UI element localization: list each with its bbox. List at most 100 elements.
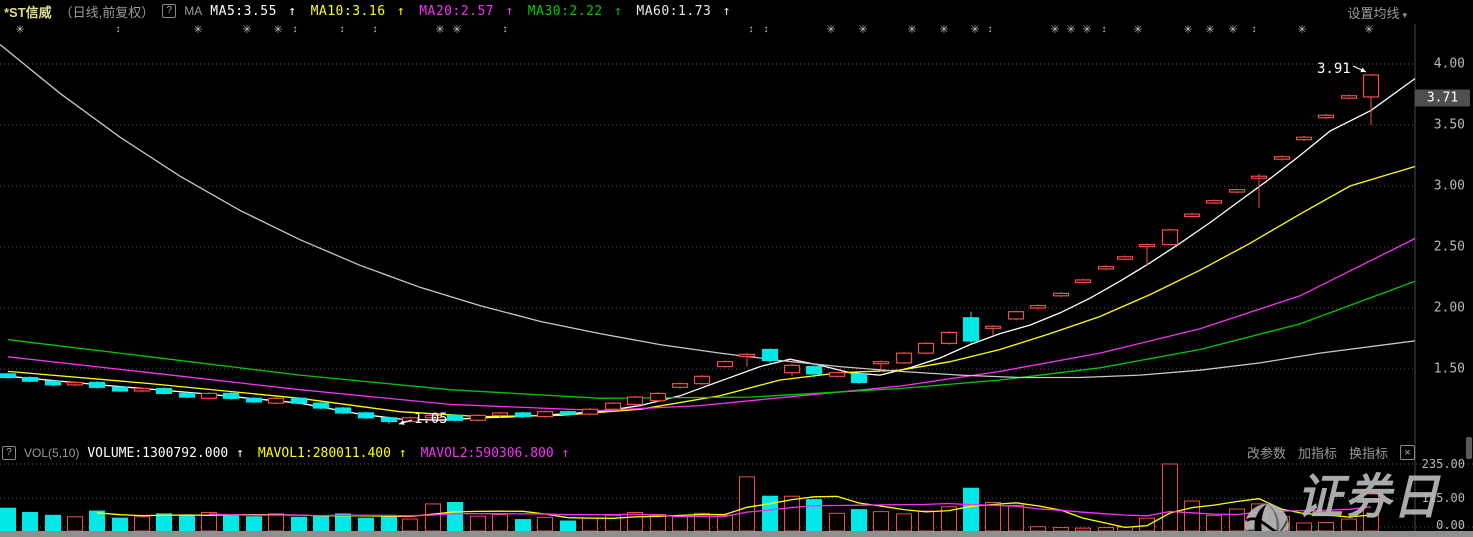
volume-bar[interactable] — [583, 518, 598, 531]
volume-bar[interactable] — [763, 496, 778, 531]
volume-bar[interactable] — [314, 516, 329, 531]
volume-bar[interactable] — [135, 517, 150, 531]
scrollbar-thumb[interactable] — [1466, 437, 1472, 459]
candle-body[interactable] — [1185, 214, 1200, 216]
volume-bar[interactable] — [1009, 505, 1024, 531]
candle-body[interactable] — [157, 389, 172, 394]
event-star-icon[interactable]: ✳ — [15, 23, 24, 37]
switch-indicator-button[interactable]: 换指标 — [1349, 443, 1388, 462]
event-updown-icon[interactable]: ↕ — [749, 23, 754, 37]
volume-bar[interactable] — [113, 518, 128, 531]
event-star-icon[interactable]: ✳ — [1183, 23, 1192, 37]
event-updown-icon[interactable]: ↕ — [293, 23, 298, 37]
volume-bar[interactable] — [1342, 519, 1357, 531]
candle-body[interactable] — [202, 393, 217, 398]
volume-bar[interactable] — [1185, 501, 1200, 531]
volume-bar[interactable] — [493, 514, 508, 531]
volume-bar[interactable] — [1163, 464, 1178, 531]
candle-body[interactable] — [1252, 176, 1267, 178]
candle-body[interactable] — [23, 378, 38, 382]
event-updown-icon[interactable]: ↕ — [373, 23, 378, 37]
candle-body[interactable] — [763, 349, 778, 360]
volume-bar[interactable] — [1140, 518, 1155, 531]
candle-body[interactable] — [135, 389, 150, 391]
candle-body[interactable] — [606, 403, 621, 409]
candle-body[interactable] — [224, 393, 239, 398]
candle-body[interactable] — [583, 409, 598, 414]
candle-body[interactable] — [964, 318, 979, 341]
volume-bar[interactable] — [426, 504, 441, 531]
candle-body[interactable] — [314, 403, 329, 408]
candle-body[interactable] — [68, 382, 83, 384]
volume-bar[interactable] — [1207, 515, 1222, 531]
candle-body[interactable] — [269, 398, 284, 403]
candle-body[interactable] — [807, 367, 822, 374]
volume-bar[interactable] — [718, 515, 733, 531]
volume-bar[interactable] — [180, 515, 195, 531]
candle-body[interactable] — [1163, 230, 1178, 245]
candle-body[interactable] — [852, 374, 867, 383]
candle-body[interactable] — [1207, 201, 1222, 203]
candle-body[interactable] — [292, 398, 307, 403]
volume-bar[interactable] — [874, 512, 889, 531]
volume-bar[interactable] — [807, 500, 822, 531]
volume-bar[interactable] — [1275, 517, 1290, 531]
candle-body[interactable] — [90, 382, 105, 387]
candle-body[interactable] — [986, 326, 1001, 328]
candle-body[interactable] — [1031, 306, 1046, 308]
candle-body[interactable] — [785, 365, 800, 372]
event-star-icon[interactable]: ✳ — [939, 23, 948, 37]
volume-bar[interactable] — [382, 515, 397, 531]
candle-body[interactable] — [516, 413, 531, 417]
candle-body[interactable] — [113, 387, 128, 391]
event-star-icon[interactable]: ✳ — [435, 23, 444, 37]
event-star-icon[interactable]: ✳ — [970, 23, 979, 37]
volume-bar[interactable] — [740, 477, 755, 531]
candle-body[interactable] — [1342, 96, 1357, 98]
volume-bar[interactable] — [516, 520, 531, 531]
candle-body[interactable] — [1364, 75, 1379, 97]
volume-bar[interactable] — [561, 521, 576, 531]
candle-body[interactable] — [493, 413, 508, 415]
candle-body[interactable] — [247, 398, 262, 402]
candle-body[interactable] — [471, 415, 486, 420]
event-updown-icon[interactable]: ↕ — [116, 23, 121, 37]
candle-body[interactable] — [1297, 137, 1312, 139]
volume-bar[interactable] — [68, 517, 83, 531]
candle-body[interactable] — [1, 374, 16, 378]
event-star-icon[interactable]: ✳ — [1066, 23, 1075, 37]
volume-bar[interactable] — [247, 517, 262, 531]
candle-body[interactable] — [561, 412, 576, 414]
volume-bar[interactable] — [852, 510, 867, 531]
candle-body[interactable] — [740, 354, 755, 356]
volume-bar[interactable] — [471, 516, 486, 531]
candle-body[interactable] — [46, 381, 61, 385]
candle-body[interactable] — [382, 418, 397, 422]
volume-bar[interactable] — [785, 496, 800, 531]
candle-body[interactable] — [1319, 115, 1334, 117]
volume-bar[interactable] — [359, 518, 374, 531]
volume-bar[interactable] — [964, 488, 979, 531]
volume-bar[interactable] — [1364, 494, 1379, 531]
event-updown-icon[interactable]: ↕ — [340, 23, 345, 37]
candle-body[interactable] — [1118, 257, 1133, 259]
event-star-icon[interactable]: ✳ — [1364, 23, 1373, 37]
volume-bar[interactable] — [919, 511, 934, 531]
event-updown-icon[interactable]: ↕ — [988, 23, 993, 37]
candle-body[interactable] — [718, 362, 733, 367]
event-updown-icon[interactable]: ↕ — [1252, 23, 1257, 37]
volume-bar[interactable] — [403, 519, 418, 531]
volume-bar[interactable] — [1252, 504, 1267, 531]
candle-body[interactable] — [673, 384, 688, 388]
candle-body[interactable] — [448, 415, 463, 420]
candle-body[interactable] — [942, 332, 957, 343]
volume-bar[interactable] — [157, 514, 172, 531]
event-star-icon[interactable]: ✳ — [1297, 23, 1306, 37]
event-star-icon[interactable]: ✳ — [242, 23, 251, 37]
candle-body[interactable] — [695, 376, 710, 383]
set-ma-button[interactable]: 设置均线▾ — [1347, 3, 1407, 22]
candle-body[interactable] — [651, 393, 666, 400]
volume-bar[interactable] — [1, 508, 16, 531]
volume-bar[interactable] — [23, 512, 38, 531]
event-star-icon[interactable]: ✳ — [858, 23, 867, 37]
